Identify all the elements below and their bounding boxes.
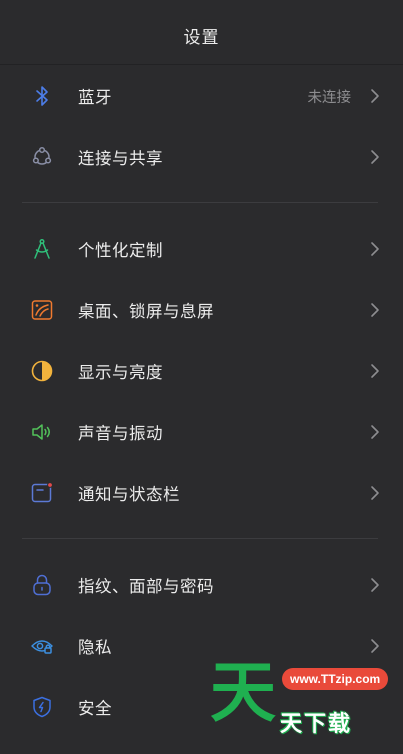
settings-item-security[interactable]: 安全	[0, 678, 403, 736]
settings-item-label: 桌面、锁屏与息屏	[78, 302, 214, 321]
settings-item-label: 声音与振动	[78, 424, 163, 443]
chevron-right-icon	[369, 638, 381, 654]
settings-item-sound-vibration[interactable]: 声音与振动	[0, 403, 403, 461]
chevron-right-icon	[369, 424, 381, 440]
settings-item-bluetooth[interactable]: 蓝牙 未连接	[0, 67, 403, 125]
settings-item-label: 显示与亮度	[78, 363, 163, 382]
settings-item-privacy[interactable]: 隐私	[0, 617, 403, 675]
bluetooth-icon	[30, 84, 54, 108]
wallpaper-icon	[30, 298, 54, 322]
privacy-eye-icon	[30, 634, 54, 658]
settings-item-personalization[interactable]: 个性化定制	[0, 220, 403, 278]
page-title: 设置	[183, 27, 220, 48]
chevron-right-icon	[369, 302, 381, 318]
settings-item-label: 安全	[78, 699, 112, 718]
settings-item-display-brightness[interactable]: 显示与亮度	[0, 342, 403, 400]
settings-item-desktop-lockscreen[interactable]: 桌面、锁屏与息屏	[0, 281, 403, 339]
compass-pen-icon	[30, 237, 54, 261]
chevron-right-icon	[369, 241, 381, 257]
chevron-right-icon	[369, 485, 381, 501]
settings-item-label: 通知与状态栏	[78, 485, 180, 504]
contrast-icon	[30, 359, 54, 383]
settings-item-fingerprint-face-password[interactable]: 指纹、面部与密码	[0, 556, 403, 614]
settings-item-label: 个性化定制	[78, 241, 163, 260]
chevron-right-icon	[369, 88, 381, 104]
shield-icon	[30, 695, 54, 719]
chevron-right-icon	[369, 363, 381, 379]
notification-icon	[30, 481, 54, 505]
share-network-icon	[30, 145, 54, 169]
chevron-right-icon	[369, 577, 381, 593]
section-divider	[22, 538, 378, 539]
settings-item-label: 指纹、面部与密码	[78, 577, 214, 596]
chevron-right-icon	[369, 149, 381, 165]
settings-item-label: 蓝牙	[78, 88, 112, 107]
settings-item-label: 连接与共享	[78, 149, 163, 168]
settings-item-label: 隐私	[78, 638, 112, 657]
section-divider	[22, 202, 378, 203]
speaker-icon	[30, 420, 54, 444]
settings-item-notifications-statusbar[interactable]: 通知与状态栏	[0, 464, 403, 522]
header-bar: 设置	[0, 0, 403, 65]
lock-icon	[30, 573, 54, 597]
settings-item-connection-sharing[interactable]: 连接与共享	[0, 128, 403, 186]
bluetooth-status: 未连接	[307, 89, 352, 106]
